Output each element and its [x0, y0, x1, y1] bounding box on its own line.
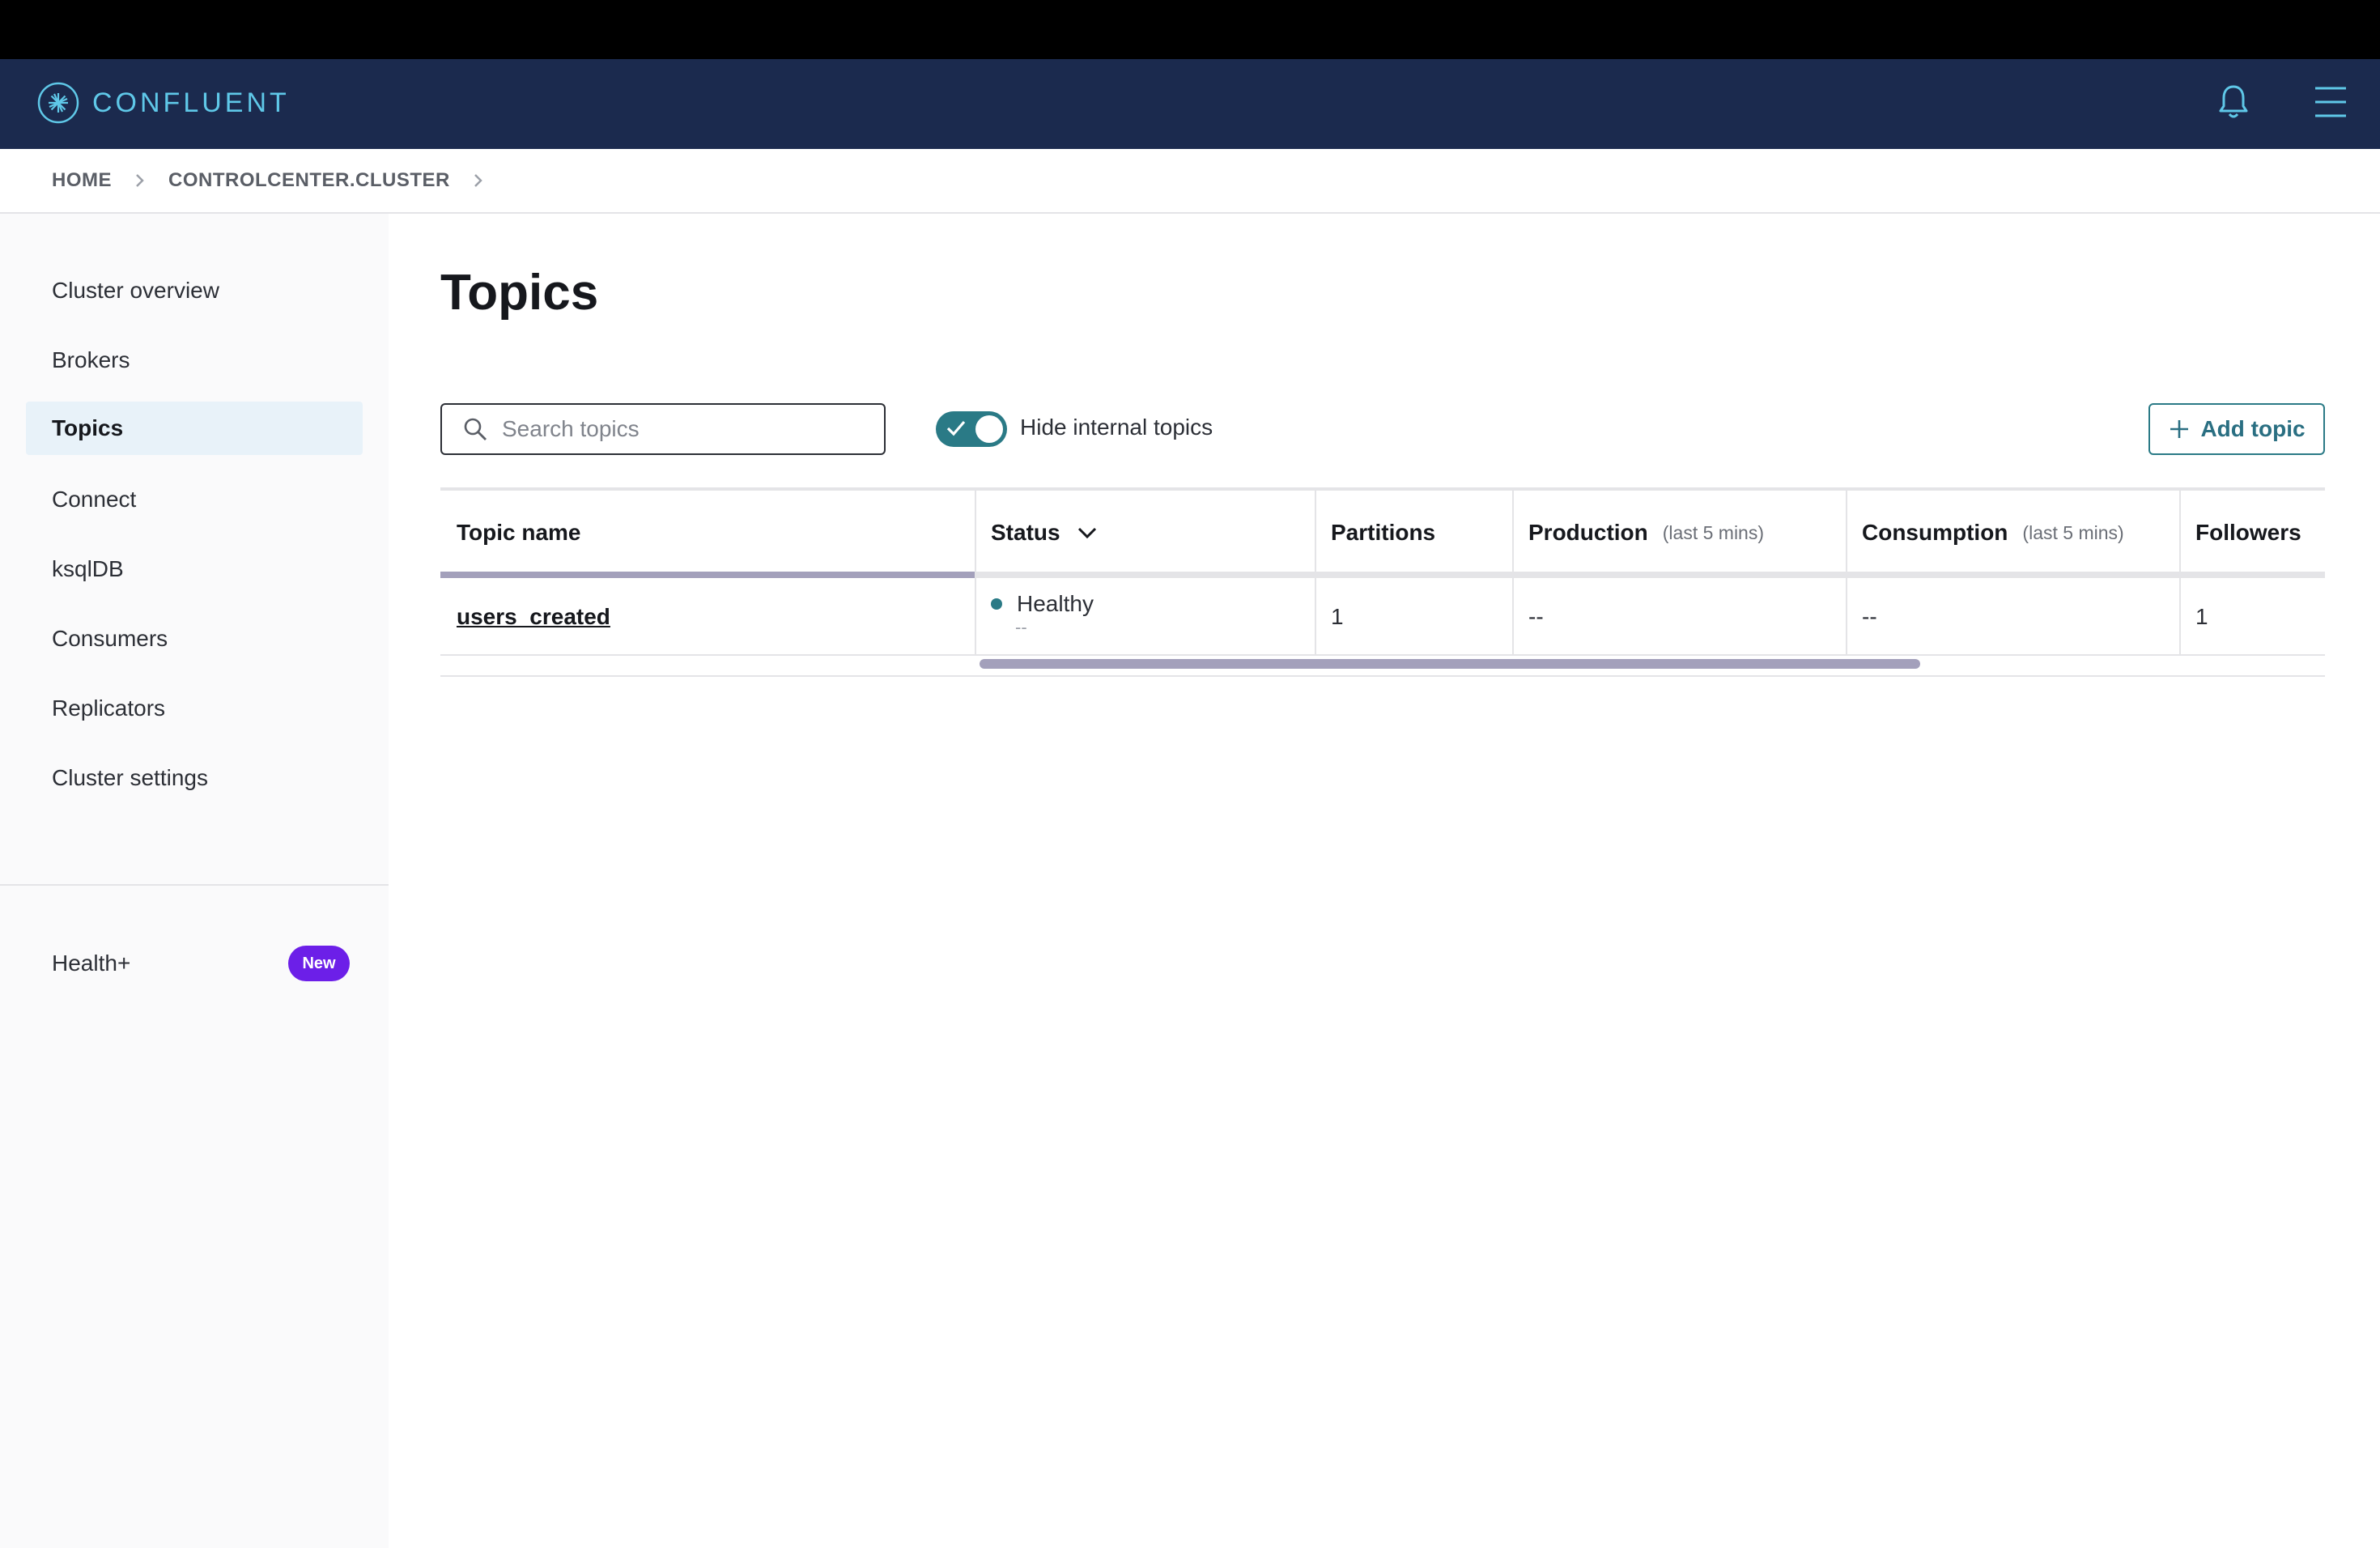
- column-header-status[interactable]: Status: [975, 491, 1315, 575]
- brand-name: CONFLUENT: [92, 87, 290, 118]
- column-header-label: Topic name: [457, 520, 581, 545]
- sidebar-item-topics[interactable]: Topics: [26, 402, 363, 455]
- breadcrumb-home[interactable]: HOME: [52, 169, 112, 192]
- partitions-cell: 1: [1331, 604, 1344, 629]
- add-topic-label: Add topic: [2200, 416, 2306, 441]
- status-text: Healthy: [1017, 591, 1094, 616]
- horizontal-scrollbar[interactable]: [980, 659, 1920, 669]
- sidebar-item-health-plus[interactable]: Health+: [52, 950, 130, 976]
- header-bottom-accent: [440, 572, 975, 578]
- column-header-label: Status: [991, 520, 1060, 545]
- column-header-production[interactable]: Production (last 5 mins): [1512, 491, 1846, 575]
- search-box[interactable]: [440, 403, 886, 455]
- sidebar-divider: [0, 884, 389, 886]
- sidebar-item-cluster-settings[interactable]: Cluster settings: [26, 751, 363, 805]
- page-title: Topics: [440, 265, 599, 321]
- sidebar-item-connect[interactable]: Connect: [26, 473, 363, 526]
- column-header-followers[interactable]: Followers: [2179, 491, 2325, 575]
- sidebar-item-brokers[interactable]: Brokers: [26, 334, 363, 387]
- sidebar-item-replicators[interactable]: Replicators: [26, 682, 363, 735]
- hide-internal-topics-toggle[interactable]: [936, 411, 1007, 447]
- sidebar-item-ksqldb[interactable]: ksqlDB: [26, 542, 363, 596]
- column-header-topic-name[interactable]: Topic name: [440, 491, 975, 575]
- breadcrumb-cluster[interactable]: CONTROLCENTER.CLUSTER: [168, 169, 450, 192]
- check-icon: [946, 420, 966, 436]
- column-header-label: Partitions: [1331, 520, 1436, 545]
- chevron-right-icon: [473, 172, 484, 189]
- column-header-partitions[interactable]: Partitions: [1315, 491, 1512, 575]
- column-header-sublabel: (last 5 mins): [2022, 521, 2124, 543]
- search-input[interactable]: [502, 416, 858, 442]
- column-header-consumption[interactable]: Consumption (last 5 mins): [1846, 491, 2179, 575]
- system-top-bar: [0, 0, 2380, 59]
- status-subtext: --: [1015, 617, 1027, 637]
- chevron-right-icon: [134, 172, 146, 189]
- table-bottom-border: [440, 675, 2325, 677]
- sidebar-item-cluster-overview[interactable]: Cluster overview: [26, 264, 363, 317]
- toggle-knob: [975, 415, 1003, 443]
- column-header-label: Followers: [2195, 520, 2301, 545]
- menu-hamburger-icon[interactable]: [2314, 85, 2348, 123]
- chevron-down-icon: [1077, 527, 1096, 539]
- top-navbar: CONFLUENT: [0, 59, 2380, 149]
- confluent-logo-icon: [37, 82, 79, 124]
- search-icon: [464, 418, 487, 440]
- column-header-label: Production: [1528, 520, 1648, 545]
- status-dot-icon: [991, 598, 1002, 610]
- sidebar-item-consumers[interactable]: Consumers: [26, 612, 363, 666]
- row-divider: [440, 654, 2325, 656]
- toggle-label: Hide internal topics: [1020, 415, 1213, 440]
- breadcrumb: HOME CONTROLCENTER.CLUSTER: [0, 149, 2380, 214]
- sidebar: Cluster overview Brokers Topics Connect …: [0, 214, 389, 1548]
- confluent-logo[interactable]: CONFLUENT: [37, 82, 290, 124]
- topics-table: Topic name Status Partitions Production …: [440, 487, 2325, 677]
- table-row: users_created: [440, 578, 975, 656]
- plus-icon: [2170, 420, 2189, 438]
- consumption-cell: --: [1862, 604, 1877, 629]
- column-header-label: Consumption: [1862, 520, 2008, 545]
- new-badge: New: [288, 946, 350, 981]
- production-cell: --: [1528, 604, 1544, 629]
- topic-link[interactable]: users_created: [457, 604, 610, 630]
- add-topic-button[interactable]: Add topic: [2148, 403, 2325, 455]
- column-header-sublabel: (last 5 mins): [1662, 521, 1765, 543]
- notifications-bell-icon[interactable]: [2217, 83, 2250, 125]
- followers-cell: 1: [2195, 604, 2208, 629]
